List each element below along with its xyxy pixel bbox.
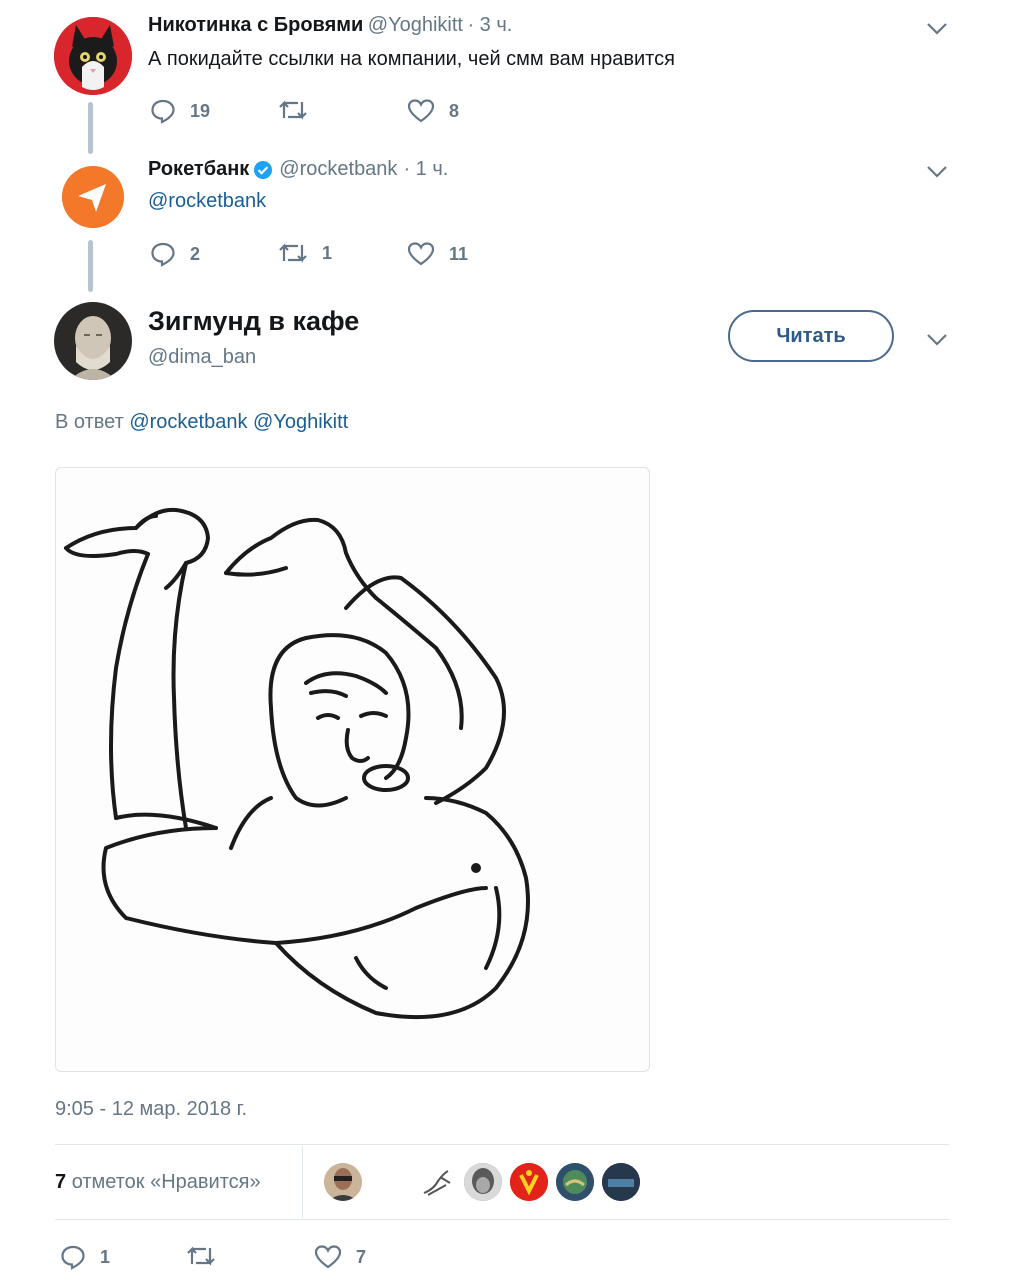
reply-button[interactable]: 2 bbox=[150, 241, 200, 267]
liker-avatar[interactable] bbox=[602, 1163, 640, 1201]
thread-connector bbox=[88, 240, 93, 292]
person-avatar-icon bbox=[324, 1163, 362, 1201]
divider bbox=[55, 1144, 949, 1145]
likes-label: отметок «Нравится» bbox=[71, 1171, 261, 1193]
meme-drawing bbox=[64, 507, 530, 1020]
verified-badge-icon bbox=[254, 160, 273, 179]
tweet-media-image[interactable] bbox=[55, 467, 650, 1072]
avatar-dima-ban[interactable] bbox=[54, 302, 132, 380]
tweet-text: А покидайте ссылки на компании, чей смм … bbox=[148, 48, 675, 70]
reply-icon bbox=[151, 99, 175, 124]
retweet-icon bbox=[187, 1246, 215, 1266]
author-name[interactable]: Зигмунд в кафе bbox=[148, 306, 359, 337]
emblem-avatar-icon bbox=[510, 1163, 548, 1201]
like-button[interactable]: 8 bbox=[407, 98, 459, 124]
thread-connector bbox=[88, 102, 93, 154]
tweet-time[interactable]: · 1 ч. bbox=[403, 158, 448, 181]
chevron-down-icon[interactable] bbox=[926, 333, 948, 347]
liker-avatar[interactable] bbox=[324, 1163, 362, 1201]
liker-avatar[interactable] bbox=[464, 1163, 502, 1201]
chevron-down-icon[interactable] bbox=[926, 22, 948, 36]
author-name[interactable]: Рокетбанк bbox=[148, 158, 249, 181]
reply-button[interactable]: 1 bbox=[60, 1244, 110, 1270]
like-count: 7 bbox=[356, 1246, 367, 1267]
likes-total: 7 bbox=[55, 1171, 67, 1193]
avatar-yoghikitt[interactable] bbox=[54, 17, 132, 95]
tweet-timestamp[interactable]: 9:05 - 12 мар. 2018 г. bbox=[55, 1098, 247, 1121]
retweet-icon bbox=[279, 243, 307, 263]
retweet-icon bbox=[279, 100, 307, 120]
cat-avatar-icon bbox=[54, 17, 132, 95]
like-count: 11 bbox=[449, 243, 469, 264]
follow-button[interactable]: Читать bbox=[728, 310, 894, 362]
liker-avatar[interactable] bbox=[556, 1163, 594, 1201]
retweet-button[interactable] bbox=[278, 98, 322, 122]
reply-count: 19 bbox=[190, 100, 211, 121]
reply-icon bbox=[151, 242, 175, 267]
sketch-avatar-icon bbox=[423, 1170, 451, 1196]
reply-count: 2 bbox=[190, 243, 201, 264]
reply-button[interactable]: 19 bbox=[150, 98, 210, 124]
avatar-rocketbank[interactable] bbox=[62, 166, 124, 228]
reply-icon bbox=[61, 1245, 85, 1270]
mention-link[interactable]: @rocketbank bbox=[148, 190, 266, 213]
like-icon bbox=[407, 242, 435, 266]
like-button[interactable]: 11 bbox=[407, 241, 468, 267]
like-button[interactable]: 7 bbox=[314, 1244, 366, 1270]
follow-button-label: Читать bbox=[776, 324, 846, 347]
author-handle[interactable]: @Yoghikitt bbox=[368, 14, 463, 36]
tweet-time[interactable]: · 3 ч. bbox=[467, 14, 512, 36]
like-count: 8 bbox=[449, 100, 460, 121]
reply-prefix: В ответ bbox=[55, 411, 124, 433]
bust-avatar-icon bbox=[54, 302, 132, 380]
divider bbox=[55, 1219, 949, 1220]
likes-summary[interactable]: 7 отметок «Нравится» bbox=[55, 1171, 261, 1194]
landscape-avatar-icon bbox=[602, 1163, 640, 1201]
author-name[interactable]: Никотинка с Бровями bbox=[148, 14, 363, 36]
divider-vertical bbox=[302, 1146, 303, 1218]
author-handle[interactable]: @dima_ban bbox=[148, 346, 256, 369]
mention-yoghikitt[interactable]: @Yoghikitt bbox=[253, 411, 348, 433]
reply-context: В ответ @rocketbank @Yoghikitt bbox=[55, 411, 348, 434]
like-icon bbox=[314, 1245, 342, 1269]
reply-count: 1 bbox=[100, 1246, 111, 1267]
retweet-button[interactable] bbox=[186, 1244, 230, 1268]
chevron-down-icon[interactable] bbox=[926, 165, 948, 179]
person-avatar-icon bbox=[464, 1163, 502, 1201]
retweet-count: 1 bbox=[322, 242, 333, 263]
landscape-avatar-icon bbox=[556, 1163, 594, 1201]
rocketbank-logo-icon bbox=[62, 166, 124, 228]
mention-rocketbank[interactable]: @rocketbank bbox=[129, 411, 247, 433]
liker-avatar[interactable] bbox=[418, 1163, 456, 1201]
author-handle[interactable]: @rocketbank bbox=[279, 158, 397, 181]
liker-avatar[interactable] bbox=[510, 1163, 548, 1201]
retweet-button[interactable]: 1 bbox=[278, 241, 332, 265]
like-icon bbox=[407, 99, 435, 123]
